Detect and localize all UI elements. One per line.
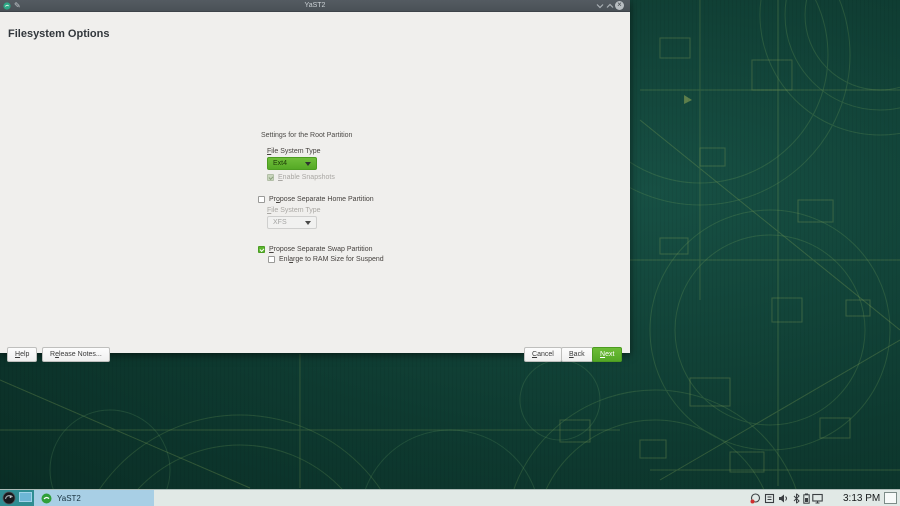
display-icon[interactable] [812, 493, 823, 504]
window-titlebar[interactable]: ✎ YaST2 [0, 0, 630, 12]
cancel-button[interactable]: Cancel [524, 347, 562, 362]
yast-app-icon [41, 493, 52, 504]
fs-type-label: File System Type [267, 148, 321, 155]
chevron-down-icon [305, 162, 311, 166]
fs-type-combobox[interactable]: Ext4 [267, 157, 317, 170]
enlarge-swap-checkbox[interactable]: Enlarge to RAM Size for Suspend [268, 255, 384, 263]
home-partition-label: Propose Separate Home Partition [269, 196, 374, 203]
home-fs-type-combobox: XFS [267, 216, 317, 229]
taskbar-item-label: YaST2 [57, 494, 81, 503]
page-title: Filesystem Options [8, 28, 109, 40]
home-partition-checkbox[interactable]: Propose Separate Home Partition [258, 195, 374, 203]
swap-partition-checkbox[interactable]: Propose Separate Swap Partition [258, 245, 373, 253]
taskbar: YaST2 3:13 PM [0, 489, 900, 506]
enable-snapshots-checkbox[interactable]: Enable Snapshots [267, 173, 335, 181]
taskbar-item-yast2[interactable]: YaST2 [34, 490, 154, 506]
desktop: ✎ YaST2 Filesystem Options Settings for … [0, 0, 900, 506]
enlarge-swap-label: Enlarge to RAM Size for Suspend [279, 256, 384, 263]
taskbar-clock[interactable]: 3:13 PM [843, 493, 880, 504]
home-fs-type-label: File System Type [267, 207, 321, 214]
close-icon[interactable] [615, 1, 624, 10]
help-button[interactable]: Help [7, 347, 37, 362]
checkbox-box [258, 246, 265, 253]
checkbox-box [258, 196, 265, 203]
root-section-label: Settings for the Root Partition [261, 132, 352, 139]
fs-type-value: Ext4 [273, 160, 287, 167]
battery-icon[interactable] [801, 493, 812, 504]
maximize-icon[interactable] [606, 3, 614, 9]
swap-partition-label: Propose Separate Swap Partition [269, 246, 373, 253]
release-notes-button[interactable]: Release Notes... [42, 347, 110, 362]
yast2-window: ✎ YaST2 Filesystem Options Settings for … [0, 0, 630, 353]
minimize-icon[interactable] [596, 3, 604, 9]
checkbox-box [267, 174, 274, 181]
home-fs-type-value: XFS [273, 219, 287, 226]
updates-icon[interactable] [750, 493, 761, 504]
window-title: YaST2 [0, 2, 630, 9]
back-button[interactable]: Back [561, 347, 593, 362]
distro-menu-icon [2, 491, 16, 505]
window-content: Filesystem Options Settings for the Root… [0, 12, 630, 353]
volume-icon[interactable] [778, 493, 789, 504]
next-button[interactable]: Next [592, 347, 622, 362]
show-desktop-button[interactable] [884, 492, 897, 504]
checkbox-box [268, 256, 275, 263]
chevron-down-icon [305, 221, 311, 225]
workspace-pager[interactable] [19, 492, 32, 502]
clipboard-icon[interactable] [764, 493, 775, 504]
enable-snapshots-label: Enable Snapshots [278, 174, 335, 181]
